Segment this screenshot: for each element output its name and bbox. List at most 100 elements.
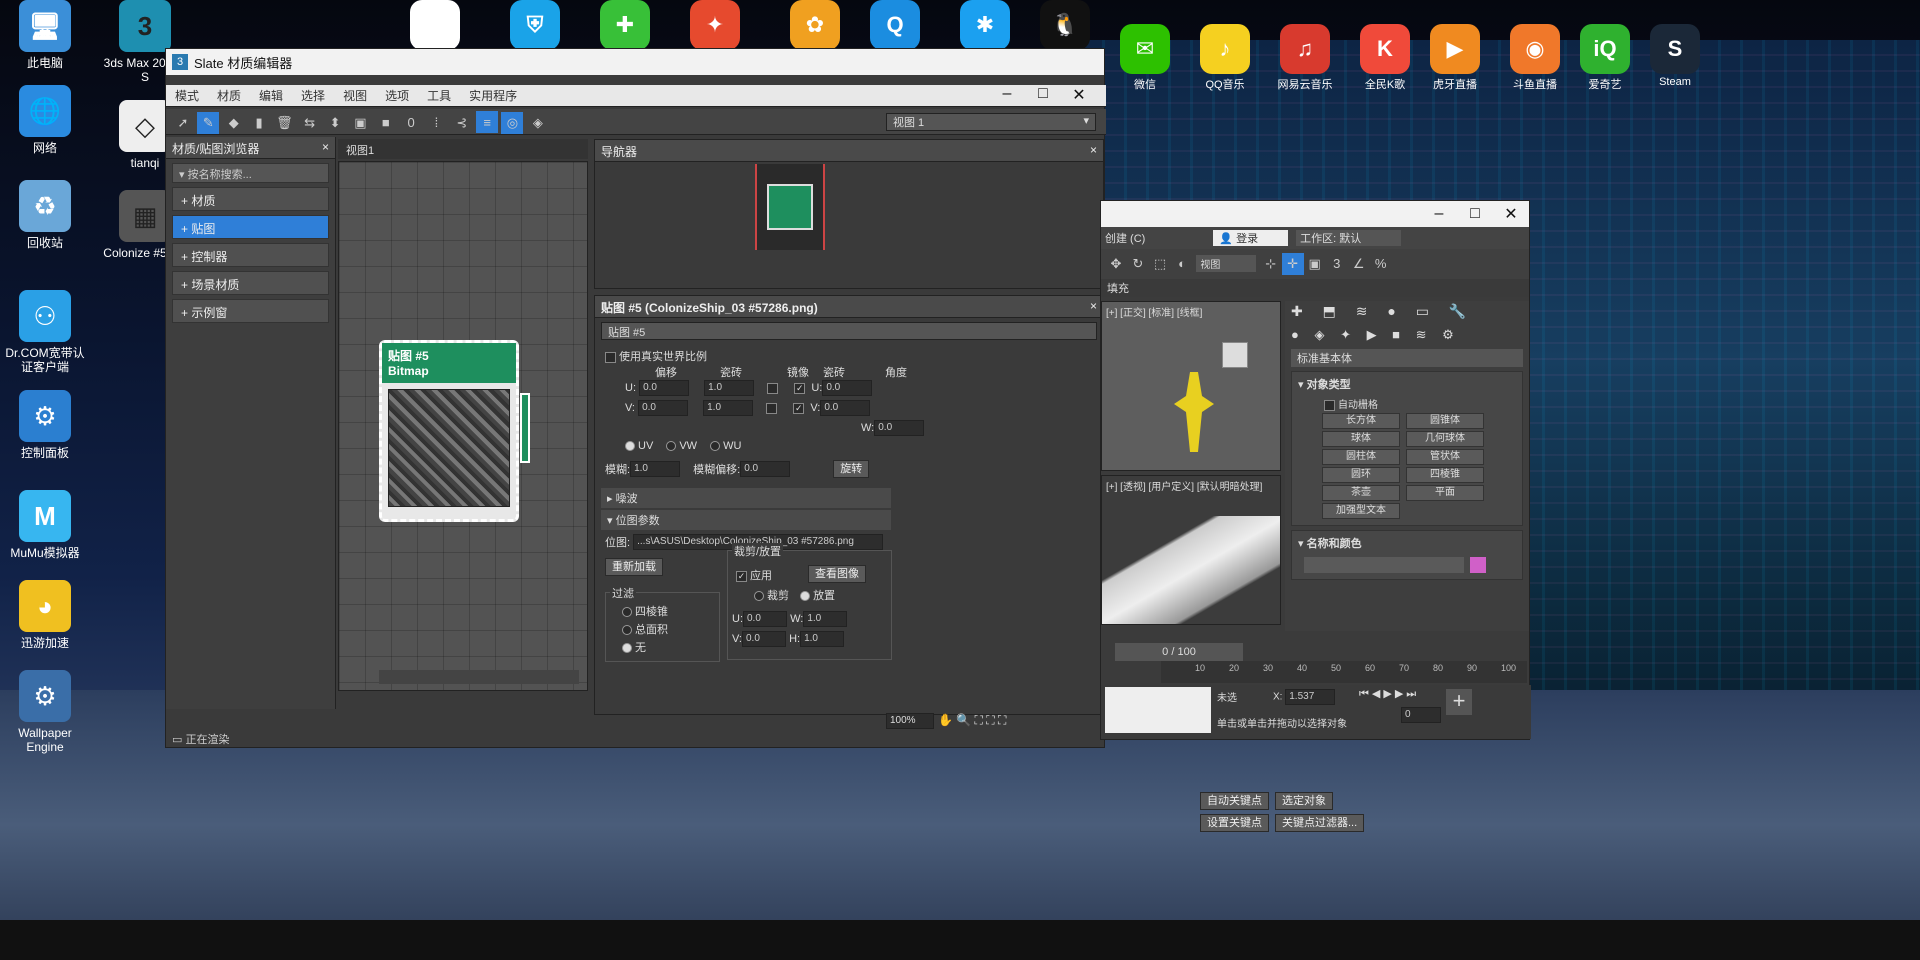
noise-rollout[interactable]: ▸ 噪波 [601,488,891,508]
max-titlebar[interactable]: – □ ✕ [1101,201,1529,227]
star-app-shortcut[interactable]: ✱ [950,0,1020,52]
360-guard-shortcut[interactable]: ⛨ [500,0,570,52]
kge-shortcut[interactable]: K 全民K歌 [1350,24,1420,92]
menu-item-0[interactable]: 模式 [166,87,208,104]
name-field[interactable] [1304,557,1464,573]
primitive-button-3[interactable]: 几何球体 [1406,431,1484,447]
zoom-field[interactable]: 100% [886,713,934,729]
tab-view1[interactable]: 视图1 [338,139,588,159]
douyu-shortcut[interactable]: ◉ 斗鱼直播 [1500,24,1570,92]
pivot-icon[interactable]: ⊹ [1260,253,1282,275]
key-filters-button[interactable]: 关键点过滤器... [1275,814,1365,832]
select-tool-icon[interactable]: ➚ [172,112,194,134]
fox-app-shortcut[interactable]: ✦ [680,0,750,52]
frame-field[interactable]: 0 [1401,707,1441,723]
maxscript-listener[interactable] [1105,687,1211,733]
menu-item-2[interactable]: 编辑 [250,87,292,104]
node-output-socket[interactable] [520,393,530,463]
wallpaper-engine-shortcut[interactable]: ⚙ Wallpaper Engine [0,670,90,754]
material-node-icon[interactable]: ≡ [476,111,499,133]
workspace-dropdown[interactable]: 工作区: 默认 [1296,230,1402,246]
qq-music-shortcut[interactable]: ♪ QQ音乐 [1190,24,1260,92]
v-mirror-checkbox[interactable] [766,402,778,414]
rotate-button[interactable]: 旋转 [833,460,870,478]
create-menu[interactable]: 创建 (C) [1105,230,1145,246]
primitive-button-7[interactable]: 四棱锥 [1406,467,1484,483]
iqiyi-shortcut[interactable]: iQ 爱奇艺 [1570,24,1640,92]
hide-icon[interactable]: ⬍ [324,112,346,134]
menu-item-7[interactable]: 实用程序 [460,87,526,104]
close-icon[interactable]: × [322,140,329,155]
browser-rollout-3[interactable]: + 场景材质 [172,271,329,295]
snap-icon[interactable]: ▣ [1304,253,1326,275]
snap3-icon[interactable]: 3 [1326,252,1348,274]
param-editor-icon[interactable]: ◎ [501,111,524,134]
place-radio[interactable] [800,591,811,602]
minimize-icon[interactable]: – [1421,205,1457,223]
view-dropdown[interactable]: 视图 1 ▾ [886,113,1096,131]
xunyou-shortcut[interactable]: ◕ 迅游加速 [0,580,90,650]
apply-checkbox[interactable]: ✓ [736,570,747,582]
primitive-button-0[interactable]: 长方体 [1322,413,1400,429]
layout-children-icon[interactable]: ⊰ [451,112,473,134]
v-angle-field[interactable]: 0.0 [820,400,871,416]
blur-offset-field[interactable]: 0.0 [740,461,791,478]
u-angle-field[interactable]: 0.0 [822,380,873,396]
filter-summed-radio[interactable] [622,625,632,636]
autogrid[interactable]: 自动栅格 [1294,394,1520,413]
slate-titlebar[interactable]: 3 Slate 材质编辑器 [166,49,1104,75]
plus-app-shortcut[interactable]: ✚ [590,0,660,52]
primitive-type-dropdown[interactable]: 标准基本体 [1291,349,1523,367]
steam-shortcut[interactable]: S Steam [1640,24,1710,88]
primitive-button-6[interactable]: 圆环 [1322,467,1400,483]
u-mirror-checkbox[interactable] [767,382,779,394]
select-move-icon[interactable]: ✛ [1281,252,1304,275]
mumu-shortcut[interactable]: M MuMu模拟器 [0,490,90,560]
primitive-button-4[interactable]: 圆柱体 [1322,449,1400,465]
assign-material-icon[interactable]: ◆ [223,112,245,134]
close-icon[interactable]: × [1090,299,1097,314]
maximize-icon[interactable]: □ [1025,85,1061,105]
browser-rollout-4[interactable]: + 示例窗 [172,299,329,323]
map-name-field[interactable]: 贴图 #5 [601,322,1097,340]
delete-icon[interactable]: 🗑 [273,112,295,134]
wu-radio[interactable] [710,441,721,452]
drcom-shortcut[interactable]: ⚇ Dr.COM宽带认证客户端 [0,290,90,374]
u-tiling-field[interactable]: 1.0 [704,380,755,396]
crop-radio[interactable] [754,591,764,602]
reference-dropdown[interactable]: 视图 [1196,254,1257,272]
angle-snap-icon[interactable]: ∠ [1348,253,1370,275]
primitive-button-10[interactable]: 加强型文本 [1322,503,1400,519]
bitmap-params-rollout[interactable]: ▾ 位图参数 [601,510,891,530]
crop-h-field[interactable]: 1.0 [800,631,845,647]
background-icon[interactable]: ▣ [349,112,371,134]
browser-rollout-1[interactable]: + 贴图 [172,215,329,239]
reload-button[interactable]: 重新加载 [605,558,663,576]
pick-material-icon[interactable]: ✎ [197,111,220,134]
command-tabs[interactable]: ✚ ⬒ ≋ ● ▭ 🔧 [1285,301,1529,325]
add-key-icon[interactable]: + [1446,689,1472,715]
navigator-preview[interactable] [755,164,825,250]
filter-none-radio[interactable] [622,643,632,654]
percent-snap-icon[interactable]: % [1370,252,1392,274]
set-key-button[interactable]: 设置关键点 [1200,814,1269,832]
wechat-shortcut[interactable]: ✉ 微信 [1110,24,1180,92]
u-offset-field[interactable]: 0.0 [639,380,690,396]
filter-pyramidal-radio[interactable] [622,607,632,618]
menu-item-3[interactable]: 选择 [292,87,334,104]
crop-w-field[interactable]: 1.0 [803,611,848,627]
show-map-icon[interactable]: ▮ [248,112,270,134]
v-tiling-field[interactable]: 1.0 [703,400,754,416]
time-slider[interactable]: 0 / 100 [1115,643,1243,661]
place-icon[interactable]: ◐ [1171,252,1193,274]
blur-field[interactable]: 1.0 [630,461,681,478]
huya-shortcut[interactable]: ▶ 虎牙直播 [1420,24,1490,92]
vw-radio[interactable] [666,441,677,452]
crop-v-field[interactable]: 0.0 [742,631,786,647]
computer-shortcut[interactable]: 🖥 此电脑 [0,0,90,70]
w-angle-field[interactable]: 0.0 [874,420,925,436]
move-icon[interactable]: ✥ [1105,253,1127,275]
checker-icon[interactable]: ■ [375,111,397,133]
move-children-icon[interactable]: ⇆ [299,112,321,134]
primitive-button-8[interactable]: 茶壶 [1322,485,1400,501]
